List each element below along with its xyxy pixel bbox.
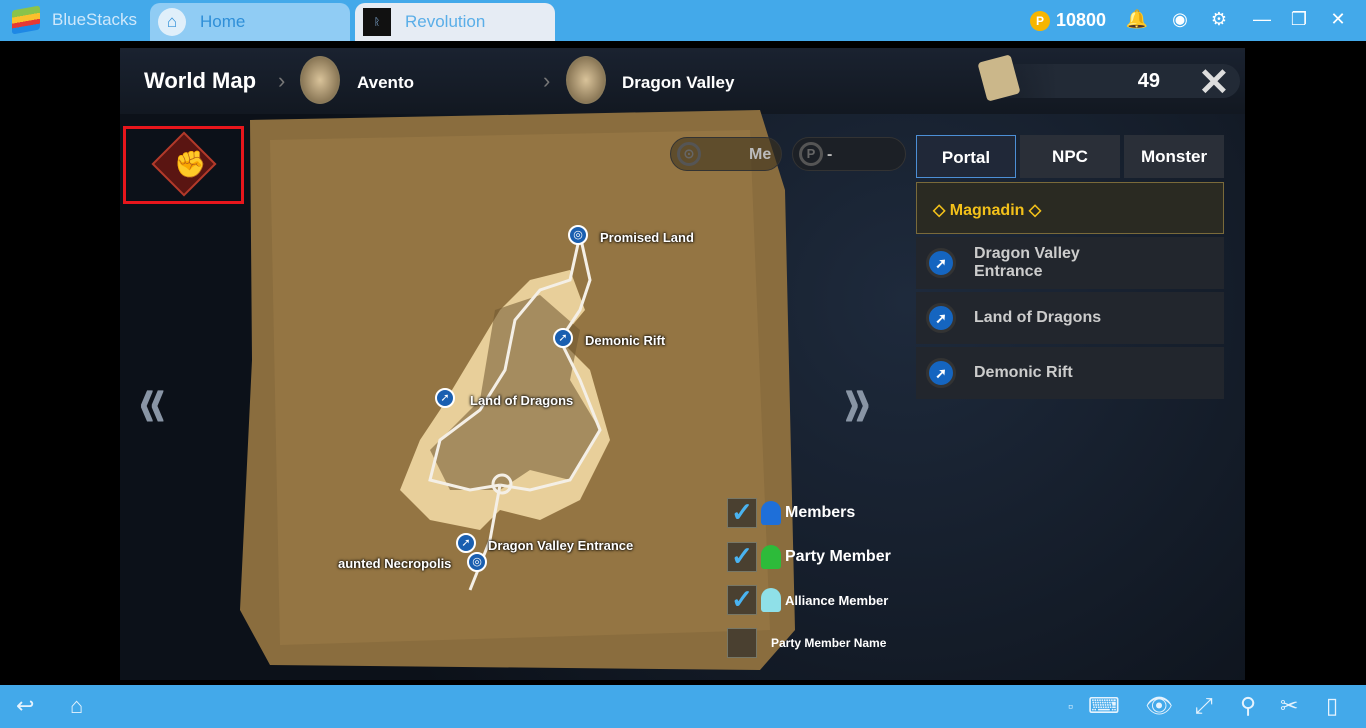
tab-home[interactable]: ⌂ Home (150, 3, 350, 41)
gear-toggle-icon: ⊙ (677, 142, 701, 166)
eye-icon[interactable]: 👁 (1145, 693, 1173, 719)
tab-home-label: Home (200, 12, 246, 31)
legend-label: Party Member Name (771, 636, 887, 650)
home-icon: ⌂ (158, 8, 186, 36)
person-icon (761, 588, 781, 612)
minimize-icon[interactable]: — (1250, 9, 1274, 30)
coin-balance[interactable]: P 10800 (1030, 10, 1106, 31)
revolution-app-icon: ᚱ (363, 8, 391, 36)
legend-label: Alliance Member (785, 592, 889, 608)
coin-count: 10800 (1056, 10, 1107, 30)
next-map-arrow[interactable]: » (844, 354, 871, 446)
members-toggle-label: Me (749, 146, 772, 163)
input-indicator-icon: ▫ (1068, 698, 1073, 714)
category-tabs: Portal NPC Monster (916, 135, 1224, 178)
list-item[interactable]: ➚ Demonic Rift (916, 347, 1224, 399)
legend-members[interactable]: ✓ Members (727, 498, 855, 528)
bottom-bar: ↩ ⌂ ▫ ⌨ 👁 ⤢ ⚲ ✂ ▯ (0, 685, 1366, 728)
breadcrumb-dragon-valley[interactable]: Dragon Valley (622, 73, 734, 93)
list-item-label: Land of Dragons (974, 309, 1102, 326)
tower-icon (566, 56, 606, 104)
checkbox-checked[interactable]: ✓ (727, 542, 757, 572)
castle-icon (300, 56, 340, 104)
portal-icon: ➚ (926, 303, 956, 333)
tab-monster[interactable]: Monster (1124, 135, 1224, 178)
portal-icon: ➚ (926, 358, 956, 388)
breadcrumb-avento[interactable]: Avento (357, 73, 414, 93)
close-window-icon[interactable]: ✕ (1326, 9, 1350, 30)
checkbox-unchecked[interactable] (727, 628, 757, 658)
checkbox-checked[interactable]: ✓ (727, 498, 757, 528)
previous-map-arrow[interactable]: « (139, 354, 166, 446)
portal-list: ◇ Magnadin ◇ ➚ Dragon Valley Entrance ➚ La… (916, 182, 1224, 402)
game-viewport: World Map › Avento › Dragon Valley 49 ✕ … (120, 48, 1245, 680)
map-label-promised-land: Promised Land (600, 230, 694, 245)
world-map[interactable] (240, 110, 800, 670)
account-icon[interactable]: ◉ (1168, 9, 1192, 30)
portal-icon[interactable]: ➚ (435, 388, 455, 408)
back-icon[interactable]: ↩ (16, 693, 34, 719)
scissors-icon[interactable]: ✂ (1280, 693, 1298, 719)
rotate-icon[interactable]: ▯ (1326, 693, 1338, 719)
coin-icon: P (1030, 10, 1050, 31)
legend-party-member[interactable]: ✓ Party Member (727, 542, 891, 572)
tab-revolution[interactable]: ᚱ Revolution (355, 3, 555, 41)
portal-icon[interactable]: ➚ (553, 328, 573, 348)
person-icon (761, 545, 781, 569)
bell-icon[interactable]: 🔔 (1125, 9, 1149, 30)
tab-portal[interactable]: Portal (916, 135, 1016, 178)
teleport-scroll-icon (977, 54, 1021, 102)
person-icon (761, 501, 781, 525)
guild-battle-button[interactable]: ✊ (123, 126, 244, 204)
map-header: World Map › Avento › Dragon Valley 49 ✕ (120, 48, 1245, 114)
chevron-right-icon: › (543, 68, 551, 93)
map-label-haunted-necropolis: aunted Necropolis (338, 556, 452, 571)
list-item[interactable]: ➚ Land of Dragons (916, 292, 1224, 344)
party-toggle-label: - (827, 146, 833, 163)
page-title: World Map (144, 68, 257, 93)
list-item-label: Demonic Rift (974, 364, 1073, 381)
legend-label: Party Member (785, 548, 891, 565)
map-label-dragon-valley-entrance: Dragon Valley Entrance (488, 538, 634, 553)
legend-alliance-member[interactable]: ✓ Alliance Member (727, 585, 888, 615)
party-toggle[interactable]: P- (792, 137, 906, 171)
map-label-demonic-rift: Demonic Rift (585, 333, 666, 348)
chevron-right-icon: › (278, 68, 286, 93)
portal-icon[interactable]: ➚ (456, 533, 476, 553)
map-label-land-of-dragons: Land of Dragons (470, 393, 574, 408)
portal-icon[interactable]: ◎ (467, 552, 487, 572)
checkbox-checked[interactable]: ✓ (727, 585, 757, 615)
restore-icon[interactable]: ❐ (1287, 9, 1311, 30)
gear-icon[interactable]: ⚙ (1207, 9, 1231, 30)
app-name: BlueStacks (52, 10, 138, 29)
home-icon[interactable]: ⌂ (70, 693, 83, 719)
title-bar: BlueStacks ⌂ Home ᚱ Revolution P 10800 🔔 ◉ … (0, 0, 1366, 41)
members-toggle[interactable]: ⊙ Me (670, 137, 782, 171)
tab-revolution-label: Revolution (405, 12, 486, 31)
portal-icon[interactable]: ◎ (568, 225, 588, 245)
legend-label: Members (785, 504, 856, 521)
tab-npc[interactable]: NPC (1020, 135, 1120, 178)
list-item[interactable]: ➚ Dragon Valley Entrance (916, 237, 1224, 289)
list-item-label: Dragon Valley Entrance (974, 245, 1080, 280)
group-magnadin[interactable]: ◇ Magnadin ◇ (916, 182, 1224, 234)
close-map-button[interactable]: ✕ (1198, 60, 1230, 105)
legend-party-member-name[interactable]: Party Member Name (727, 628, 886, 658)
fist-icon: ✊ (174, 149, 207, 179)
bluestacks-logo (12, 5, 40, 35)
portal-icon: ➚ (926, 248, 956, 278)
bluestacks-brand: BlueStacks (12, 5, 138, 35)
fullscreen-icon[interactable]: ⤢ (1195, 693, 1213, 719)
location-icon[interactable]: ⚲ (1240, 693, 1256, 719)
p-icon: P (799, 142, 823, 166)
keyboard-icon[interactable]: ⌨ (1088, 693, 1120, 719)
